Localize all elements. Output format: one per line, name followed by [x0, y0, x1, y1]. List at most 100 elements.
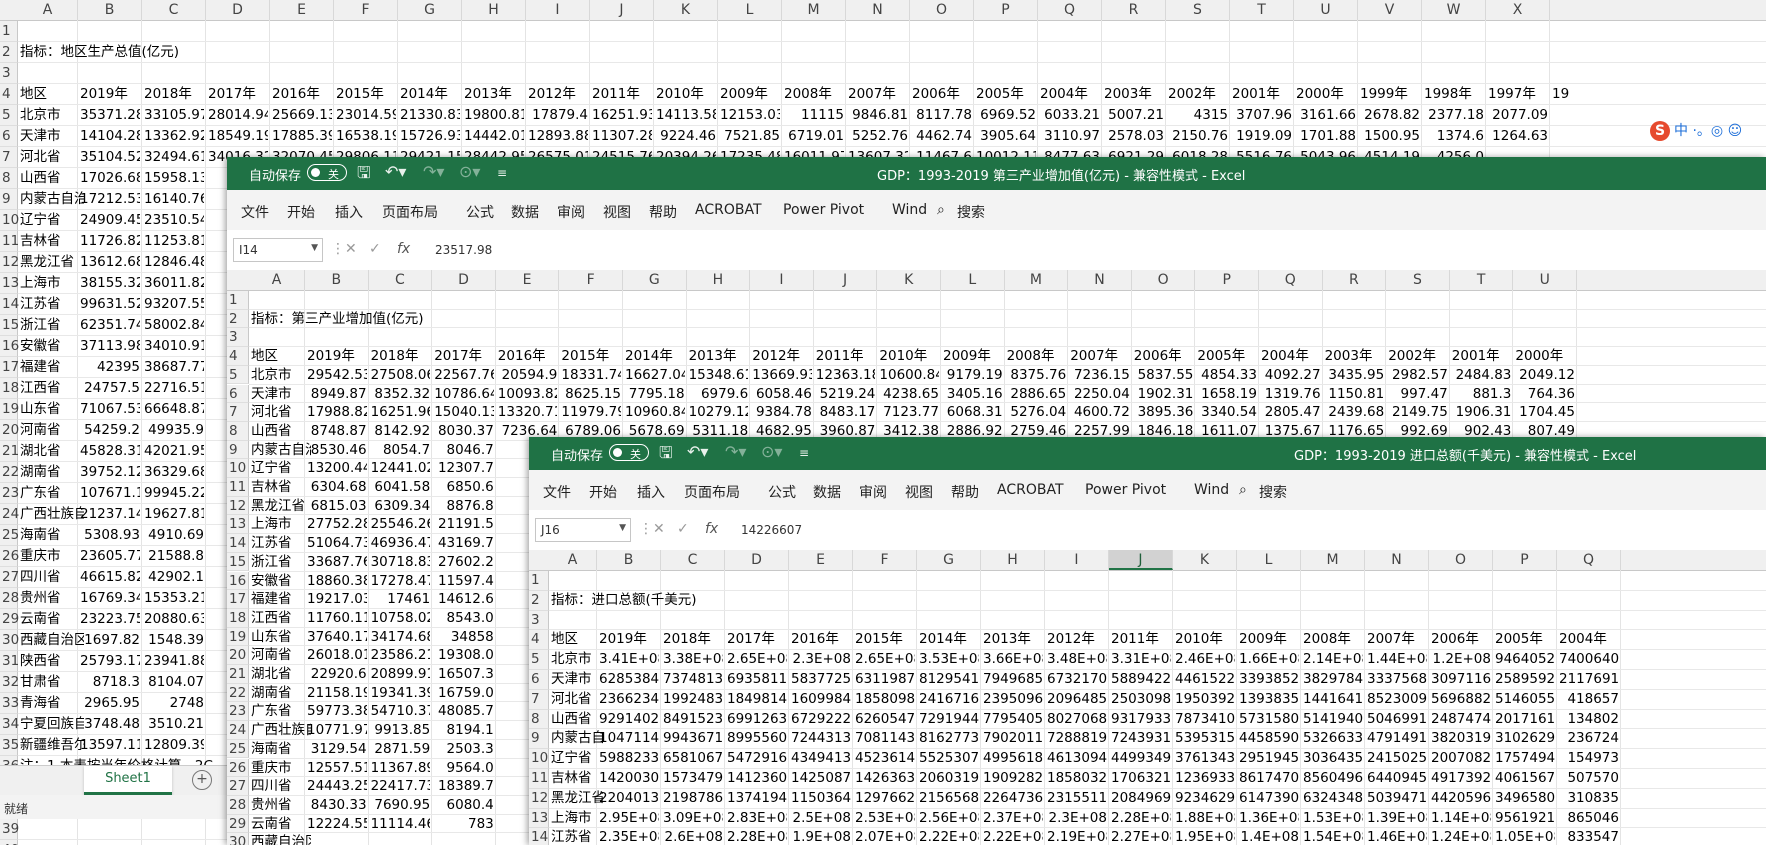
row-header[interactable]: 11 [227, 478, 249, 497]
value-cell[interactable]: 16099842 [791, 690, 851, 710]
column-header-h[interactable]: H [687, 270, 751, 290]
region-cell[interactable]: 宁夏回族自 [20, 714, 84, 735]
value-cell[interactable]: 17879.4 [528, 105, 588, 126]
row-header[interactable]: 2 [529, 590, 549, 611]
value-cell[interactable]: 8027068 [1047, 710, 1107, 730]
value-cell[interactable]: 13741943 [727, 789, 787, 809]
region-cell[interactable]: 青海省 [20, 693, 84, 714]
indicator-label-cell[interactable]: 指标：第三产业增加值(亿元) [251, 310, 651, 329]
value-cell[interactable]: 8491523 [663, 710, 723, 730]
row-header[interactable]: 27 [0, 567, 19, 588]
value-cell[interactable]: 22647368 [983, 789, 1043, 809]
year-header-cell[interactable]: 2008年 [1303, 630, 1363, 650]
value-cell[interactable]: 18498140 [727, 690, 787, 710]
value-cell[interactable]: 2503.3 [434, 740, 494, 759]
value-cell[interactable]: 20849690 [1111, 789, 1171, 809]
region-cell[interactable]: 浙江省 [20, 315, 84, 336]
value-cell[interactable]: 48085.7 [434, 702, 494, 721]
row-header[interactable]: 32 [0, 672, 19, 693]
indicator-label-cell[interactable]: 指标：地区生产总值(亿元) [20, 42, 420, 63]
value-cell[interactable]: 2.83E+08 [727, 809, 787, 829]
value-cell[interactable]: 37613437 [1175, 749, 1235, 769]
region-cell[interactable]: 甘肃省 [20, 672, 84, 693]
value-cell[interactable]: 23662345 [599, 690, 659, 710]
value-cell[interactable]: 18860.38 [307, 572, 367, 591]
value-cell[interactable]: 1.4E+08 [1239, 828, 1300, 845]
row-header[interactable]: 21 [227, 665, 249, 684]
value-cell[interactable]: 2.95E+08 [599, 809, 659, 829]
value-cell[interactable]: 6440945 [1367, 769, 1427, 789]
value-cell[interactable]: 21237.14 [80, 504, 140, 525]
value-cell[interactable]: 3510.21 [144, 714, 204, 735]
value-cell[interactable]: 25030986 [1111, 690, 1171, 710]
value-cell[interactable]: 2.27E+08 [1111, 828, 1171, 845]
value-cell[interactable]: 13938350 [1239, 690, 1299, 710]
value-cell[interactable]: 45828.31 [80, 441, 140, 462]
value-cell[interactable]: 3.38E+08 [663, 650, 723, 670]
value-cell[interactable]: 310835 [1559, 789, 1619, 809]
value-cell[interactable]: 2.6E+08 [663, 828, 724, 845]
year-header-cell[interactable]: 2019年 [307, 347, 367, 366]
value-cell[interactable]: 25669.13 [272, 105, 332, 126]
row-header[interactable]: 35 [0, 735, 19, 756]
row-header[interactable]: 26 [227, 758, 249, 778]
value-cell[interactable]: 2.65E+08 [855, 650, 915, 670]
year-header-cell[interactable]: 2014年 [400, 84, 460, 105]
value-cell[interactable]: 3.41E+08 [599, 650, 659, 670]
year-header-cell[interactable]: 2006年 [1431, 630, 1491, 650]
value-cell[interactable]: 20070825 [1431, 749, 1491, 769]
value-cell[interactable]: 2377.18 [1424, 105, 1484, 126]
row-header[interactable]: 2 [0, 42, 18, 63]
column-header-p[interactable]: P [1493, 550, 1557, 570]
tab-wind[interactable]: Wind [892, 202, 927, 218]
value-cell[interactable]: 2017161 [1495, 710, 1555, 730]
row-header[interactable]: 22 [227, 683, 249, 703]
value-cell[interactable]: 4910.69 [144, 525, 204, 546]
column-header-p[interactable]: P [1195, 270, 1259, 290]
region-cell[interactable]: 山西省 [551, 710, 603, 730]
row-header[interactable]: 5 [0, 105, 18, 126]
value-cell[interactable]: 22920.6 [307, 665, 367, 684]
value-cell[interactable]: 7123.77 [879, 403, 939, 422]
value-cell[interactable]: 30364352 [1303, 749, 1363, 769]
value-cell[interactable]: 1902.31 [1134, 385, 1194, 404]
value-cell[interactable]: 34010.91 [144, 336, 204, 357]
column-header-o[interactable]: O [1132, 270, 1196, 290]
value-cell[interactable]: 9943671 [663, 729, 723, 749]
row-header[interactable]: 23 [227, 702, 249, 722]
row-header[interactable]: 13 [227, 515, 249, 535]
row-header[interactable]: 30 [227, 833, 249, 845]
year-header-cell[interactable]: 2015年 [336, 84, 396, 105]
value-cell[interactable]: 3905.64 [976, 126, 1036, 147]
value-cell[interactable]: 4917392 [1431, 769, 1491, 789]
row-header[interactable]: 14 [0, 294, 19, 315]
value-cell[interactable]: 4061567 [1495, 769, 1555, 789]
value-cell[interactable]: 8030.37 [434, 422, 494, 441]
value-cell[interactable]: 6719.01 [784, 126, 844, 147]
region-cell[interactable]: 安徽省 [20, 336, 84, 357]
row-header[interactable]: 8 [0, 168, 18, 189]
column-header-a[interactable]: A [249, 270, 305, 290]
value-cell[interactable]: 9913.85 [371, 721, 430, 740]
value-cell[interactable]: 8876.8 [434, 497, 494, 516]
tab-help[interactable]: 帮助 [951, 482, 979, 502]
value-cell[interactable]: 7902011 [983, 729, 1043, 749]
value-cell[interactable]: 38155.32 [80, 273, 140, 294]
column-header-e[interactable]: E [270, 0, 334, 20]
value-cell[interactable]: 10093.82 [498, 385, 558, 404]
value-cell[interactable]: 2.14E+08 [1303, 650, 1363, 670]
year-header-cell[interactable]: 2004年 [1040, 84, 1100, 105]
row-header[interactable]: 22 [0, 462, 19, 483]
value-cell[interactable]: 134802 [1559, 710, 1619, 730]
value-cell[interactable]: 14104.28 [80, 126, 140, 147]
value-cell[interactable]: 9179.19 [943, 366, 1003, 385]
value-cell[interactable]: 13200.44 [307, 459, 367, 478]
row-header[interactable]: 20 [227, 646, 249, 665]
year-header-cell[interactable]: 2018年 [371, 347, 431, 366]
row-header[interactable]: 24 [0, 504, 19, 525]
value-cell[interactable] [307, 833, 367, 845]
value-cell[interactable]: 6058.46 [752, 385, 812, 404]
region-cell[interactable]: 海南省 [20, 525, 84, 546]
region-cell[interactable]: 湖南省 [251, 684, 311, 703]
year-header-cell[interactable]: 2005年 [1495, 630, 1555, 650]
